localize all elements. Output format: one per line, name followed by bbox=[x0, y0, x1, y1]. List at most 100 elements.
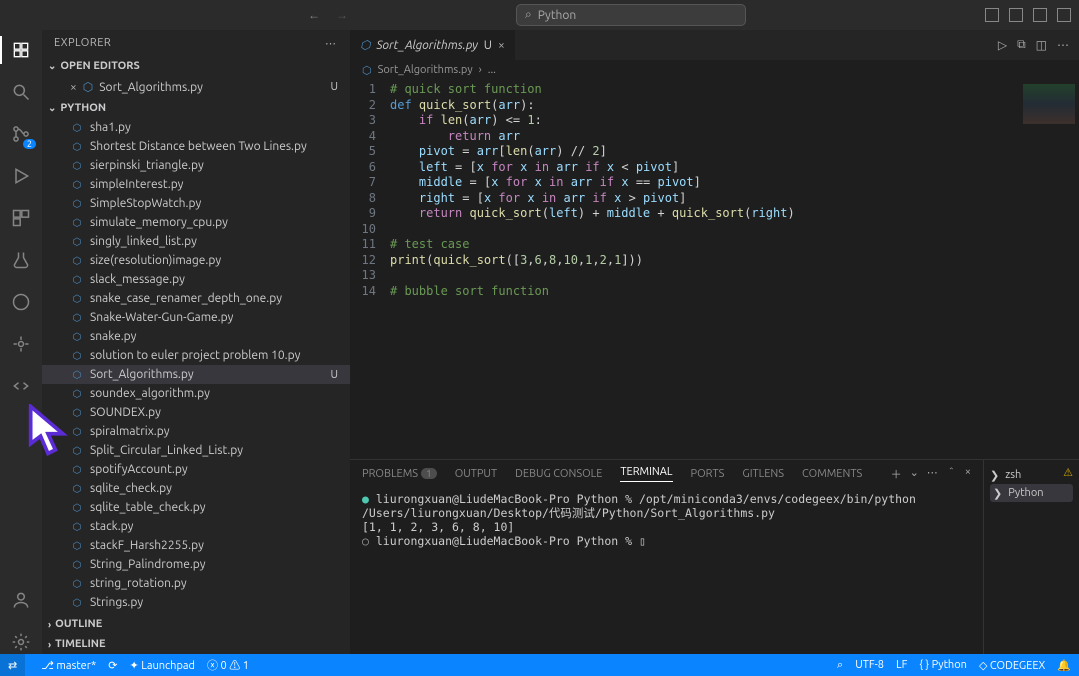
timeline-label: TIMELINE bbox=[55, 638, 105, 650]
launchpad-item[interactable]: ✦ Launchpad bbox=[129, 659, 195, 672]
activity-testing-icon[interactable] bbox=[9, 248, 33, 272]
file-row[interactable]: ⬡sha1.py bbox=[42, 118, 350, 137]
file-row[interactable]: ⬡Strings.py bbox=[42, 593, 350, 612]
folder-section[interactable]: ⌄ PYTHON bbox=[42, 98, 350, 118]
activity-remote-icon[interactable] bbox=[9, 290, 33, 314]
activity-run-debug-icon[interactable] bbox=[9, 164, 33, 188]
notifications-icon[interactable]: 🔔 bbox=[1057, 659, 1071, 672]
file-row[interactable]: ⬡simulate_memory_cpu.py bbox=[42, 213, 350, 232]
file-row[interactable]: ⬡stack.py bbox=[42, 517, 350, 536]
run-icon[interactable]: ▷ bbox=[998, 38, 1007, 52]
split-editor-icon[interactable]: ◫ bbox=[1036, 38, 1047, 52]
code-content[interactable]: # quick sort functiondef quick_sort(arr)… bbox=[390, 80, 1019, 459]
layout-panel-icon[interactable] bbox=[1009, 8, 1023, 22]
layout-sidebar-left-icon[interactable] bbox=[985, 8, 999, 22]
maximize-panel-icon[interactable]: ＾ bbox=[946, 466, 957, 482]
file-row[interactable]: ⬡String_Palindrome.py bbox=[42, 555, 350, 574]
file-row[interactable]: ⬡sierpinski_triangle.py bbox=[42, 156, 350, 175]
remote-indicator[interactable]: ⇄ bbox=[0, 654, 25, 676]
activity-gitlens-icon[interactable] bbox=[9, 332, 33, 356]
file-row[interactable]: ⬡Sort_Algorithms.pyU bbox=[42, 365, 350, 384]
breadcrumbs[interactable]: ⬡ Sort_Algorithms.py › ... bbox=[350, 60, 1079, 80]
more-icon[interactable]: ⋯ bbox=[1057, 38, 1069, 52]
activity-search-icon[interactable] bbox=[9, 80, 33, 104]
file-row[interactable]: ⬡sqlite_check.py bbox=[42, 479, 350, 498]
file-row[interactable]: ⬡simpleInterest.py bbox=[42, 175, 350, 194]
file-name: sqlite_check.py bbox=[90, 482, 172, 495]
python-file-icon: ⬡ bbox=[70, 540, 84, 552]
terminal-entry-zsh[interactable]: ❯zsh bbox=[990, 466, 1063, 484]
file-row[interactable]: ⬡singly_linked_list.py bbox=[42, 232, 350, 251]
nav-forward-icon[interactable]: → bbox=[336, 8, 348, 22]
open-editors-section[interactable]: ⌄ OPEN EDITORS bbox=[42, 56, 350, 76]
file-row[interactable]: ⬡snake_case_renamer_depth_one.py bbox=[42, 289, 350, 308]
language-mode-item[interactable]: { } Python bbox=[919, 659, 967, 671]
encoding-item[interactable]: UTF-8 bbox=[855, 659, 884, 671]
close-icon[interactable]: × bbox=[498, 39, 505, 52]
warning-icon[interactable]: ⚠ bbox=[1063, 466, 1073, 479]
git-branch-item[interactable]: ⎇ master* bbox=[41, 659, 96, 672]
file-row[interactable]: ⬡size(resolution)image.py bbox=[42, 251, 350, 270]
sync-icon[interactable]: ⟳ bbox=[108, 659, 117, 672]
layout-sidebar-right-icon[interactable] bbox=[1033, 8, 1047, 22]
nav-back-icon[interactable]: ← bbox=[308, 8, 320, 22]
python-file-icon: ⬡ bbox=[70, 160, 84, 172]
file-row[interactable]: ⬡stackF_Harsh2255.py bbox=[42, 536, 350, 555]
git-status-badge: U bbox=[330, 369, 338, 381]
file-row[interactable]: ⬡sqlite_table_check.py bbox=[42, 498, 350, 517]
file-row[interactable]: ⬡SimpleStopWatch.py bbox=[42, 194, 350, 213]
editor-body[interactable]: 1234567891011121314 # quick sort functio… bbox=[350, 80, 1079, 459]
codegeex-item[interactable]: ◇ CODEGEEX bbox=[979, 659, 1045, 672]
activity-extensions-icon[interactable] bbox=[9, 206, 33, 230]
activity-explorer-icon[interactable] bbox=[9, 38, 33, 62]
timeline-section[interactable]: › TIMELINE bbox=[42, 634, 350, 654]
editor-tab[interactable]: ⬡ Sort_Algorithms.py U × bbox=[350, 30, 516, 60]
activity-account-icon[interactable] bbox=[9, 588, 33, 612]
tab-ports[interactable]: PORTS bbox=[691, 468, 725, 480]
compare-icon[interactable]: ⧉ bbox=[1017, 38, 1026, 52]
file-row[interactable]: ⬡SOUNDEX.py bbox=[42, 403, 350, 422]
python-file-icon: ⬡ bbox=[70, 578, 84, 590]
chevron-down-icon: ⌄ bbox=[48, 60, 56, 72]
explorer-more-icon[interactable]: ⋯ bbox=[325, 37, 338, 50]
python-file-icon: ⬡ bbox=[70, 464, 84, 476]
problems-item[interactable]: ⓧ 0 ⚠ 1 bbox=[207, 657, 249, 673]
close-panel-icon[interactable]: × bbox=[965, 466, 971, 482]
file-row[interactable]: ⬡Split_Circular_Linked_List.py bbox=[42, 441, 350, 460]
file-row[interactable]: ⬡soundex_algorithm.py bbox=[42, 384, 350, 403]
tab-terminal[interactable]: TERMINAL bbox=[620, 466, 672, 482]
file-row[interactable]: ⬡snake.py bbox=[42, 327, 350, 346]
search-status-icon[interactable]: ⌕ bbox=[837, 659, 843, 672]
open-editor-item[interactable]: × ⬡ Sort_Algorithms.py U bbox=[42, 76, 350, 98]
file-row[interactable]: ⬡spotifyAccount.py bbox=[42, 460, 350, 479]
kill-terminal-icon[interactable]: ⋯ bbox=[927, 466, 938, 482]
terminal-entry-python[interactable]: ❯Python bbox=[990, 484, 1073, 502]
layout-customize-icon[interactable] bbox=[1057, 8, 1071, 22]
terminal-body[interactable]: ● liurongxuan@LiudeMacBook-Pro Python % … bbox=[350, 488, 983, 654]
file-row[interactable]: ⬡solution to euler project problem 10.py bbox=[42, 346, 350, 365]
tab-gitlens[interactable]: GITLENS bbox=[742, 468, 784, 480]
minimap[interactable] bbox=[1019, 80, 1079, 459]
panel-tabs: PROBLEMS1 OUTPUT DEBUG CONSOLE TERMINAL … bbox=[350, 460, 983, 488]
terminal-dropdown-icon[interactable]: ⌄ bbox=[910, 466, 919, 482]
tab-debug-console[interactable]: DEBUG CONSOLE bbox=[515, 468, 602, 480]
activity-codegeex-icon[interactable] bbox=[9, 374, 33, 398]
file-name: Snake-Water-Gun-Game.py bbox=[90, 311, 233, 324]
file-row[interactable]: ⬡spiralmatrix.py bbox=[42, 422, 350, 441]
command-center[interactable]: ⌕ Python bbox=[516, 4, 746, 26]
file-row[interactable]: ⬡Snake-Water-Gun-Game.py bbox=[42, 308, 350, 327]
activity-settings-icon[interactable] bbox=[9, 630, 33, 654]
activity-bar: 2 bbox=[0, 30, 42, 654]
tab-output[interactable]: OUTPUT bbox=[455, 468, 497, 480]
file-row[interactable]: ⬡slack_message.py bbox=[42, 270, 350, 289]
python-file-icon: ⬡ bbox=[70, 255, 84, 267]
file-row[interactable]: ⬡string_rotation.py bbox=[42, 574, 350, 593]
tab-comments[interactable]: COMMENTS bbox=[802, 468, 862, 480]
close-icon[interactable]: × bbox=[70, 81, 77, 94]
outline-section[interactable]: › OUTLINE bbox=[42, 614, 350, 634]
new-terminal-icon[interactable]: ＋ bbox=[891, 466, 902, 482]
eol-item[interactable]: LF bbox=[896, 659, 907, 671]
tab-problems[interactable]: PROBLEMS1 bbox=[362, 468, 437, 480]
file-row[interactable]: ⬡Shortest Distance between Two Lines.py bbox=[42, 137, 350, 156]
activity-scm-icon[interactable]: 2 bbox=[9, 122, 33, 146]
